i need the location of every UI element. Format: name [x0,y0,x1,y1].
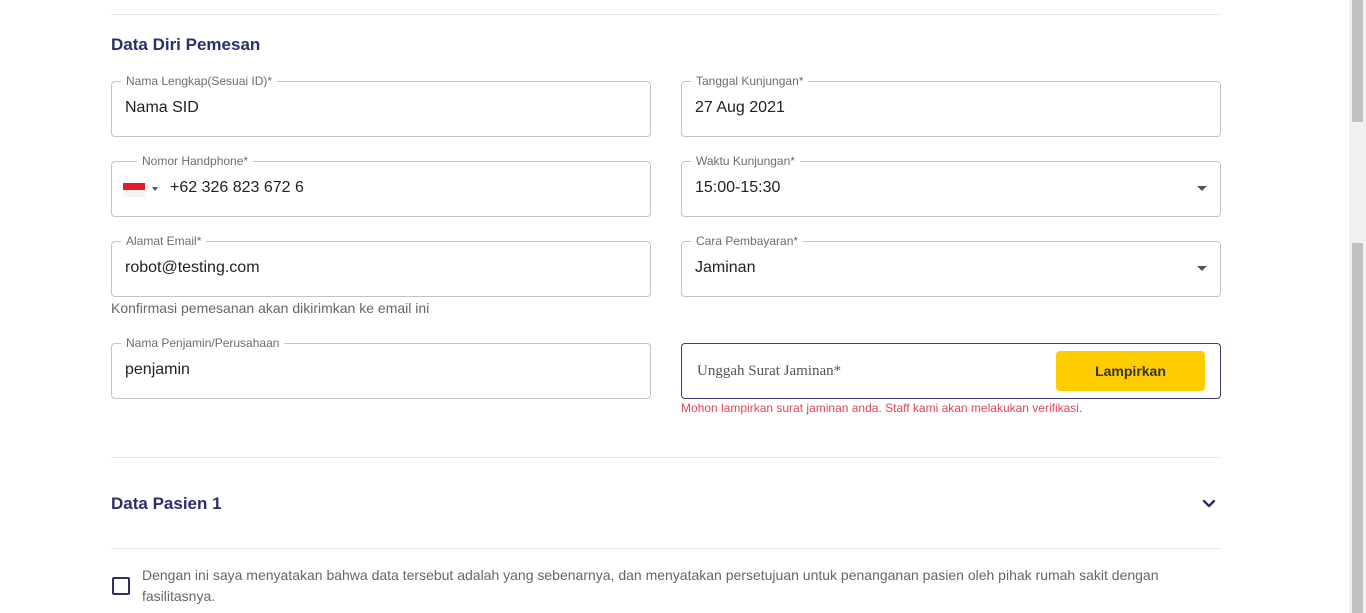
consent-text: Dengan ini saya menyatakan bahwa data te… [142,567,1159,604]
visit-date-label: Tanggal Kunjungan* [691,74,809,88]
guarantor-value: penjamin [125,361,190,378]
email-field[interactable]: Alamat Email* robot@testing.com [111,234,651,297]
patient-accordion[interactable]: Data Pasien 1 [111,486,1221,522]
attach-button[interactable]: Lampirkan [1056,351,1205,391]
phone-field[interactable]: Nomor Handphone* +62 326 823 672 6 [111,154,651,217]
chevron-down-icon[interactable] [1201,496,1217,512]
scrollbar-thumb[interactable] [1352,0,1363,122]
email-helper-text: Konfirmasi pemesanan akan dikirimkan ke … [111,300,430,316]
section-divider [111,457,1221,458]
payment-method-select[interactable]: Cara Pembayaran* Jaminan [681,234,1221,297]
full-name-field[interactable]: Nama Lengkap(Sesuai ID)* Nama SID [111,74,651,137]
visit-date-value: 27 Aug 2021 [695,99,785,116]
visit-time-select[interactable]: Waktu Kunjungan* 15:00-15:30 [681,154,1221,217]
full-name-value: Nama SID [125,99,199,116]
visit-date-field[interactable]: Tanggal Kunjungan* 27 Aug 2021 [681,74,1221,137]
scrollbar-thumb[interactable] [1352,243,1363,613]
dropdown-arrow-icon[interactable] [1197,186,1207,191]
guarantee-letter-upload[interactable]: Unggah Surat Jaminan* Lampirkan [681,343,1221,399]
phone-value: +62 326 823 672 6 [170,179,304,196]
upload-error-text: Mohon lampirkan surat jaminan anda. Staf… [681,401,1083,415]
indonesia-flag-icon[interactable] [123,183,145,197]
section-title: Data Diri Pemesan [111,35,261,54]
guarantor-field[interactable]: Nama Penjamin/Perusahaan penjamin [111,336,651,399]
guarantor-label: Nama Penjamin/Perusahaan [121,336,285,350]
payment-method-value: Jaminan [695,259,756,276]
top-divider [111,14,1221,15]
consent-checkbox[interactable] [112,577,130,595]
phone-label: Nomor Handphone* [137,154,254,168]
upload-label: Unggah Surat Jaminan* [697,363,842,379]
full-name-label: Nama Lengkap(Sesuai ID)* [121,74,278,88]
visit-time-label: Waktu Kunjungan* [691,154,800,168]
country-dropdown-icon[interactable] [152,187,158,191]
payment-method-label: Cara Pembayaran* [691,234,804,248]
section-divider [111,548,1221,549]
visit-time-value: 15:00-15:30 [695,179,781,196]
patient-section-title: Data Pasien 1 [111,494,222,513]
dropdown-arrow-icon[interactable] [1197,266,1207,271]
email-value: robot@testing.com [125,259,260,276]
email-label: Alamat Email* [121,234,207,248]
